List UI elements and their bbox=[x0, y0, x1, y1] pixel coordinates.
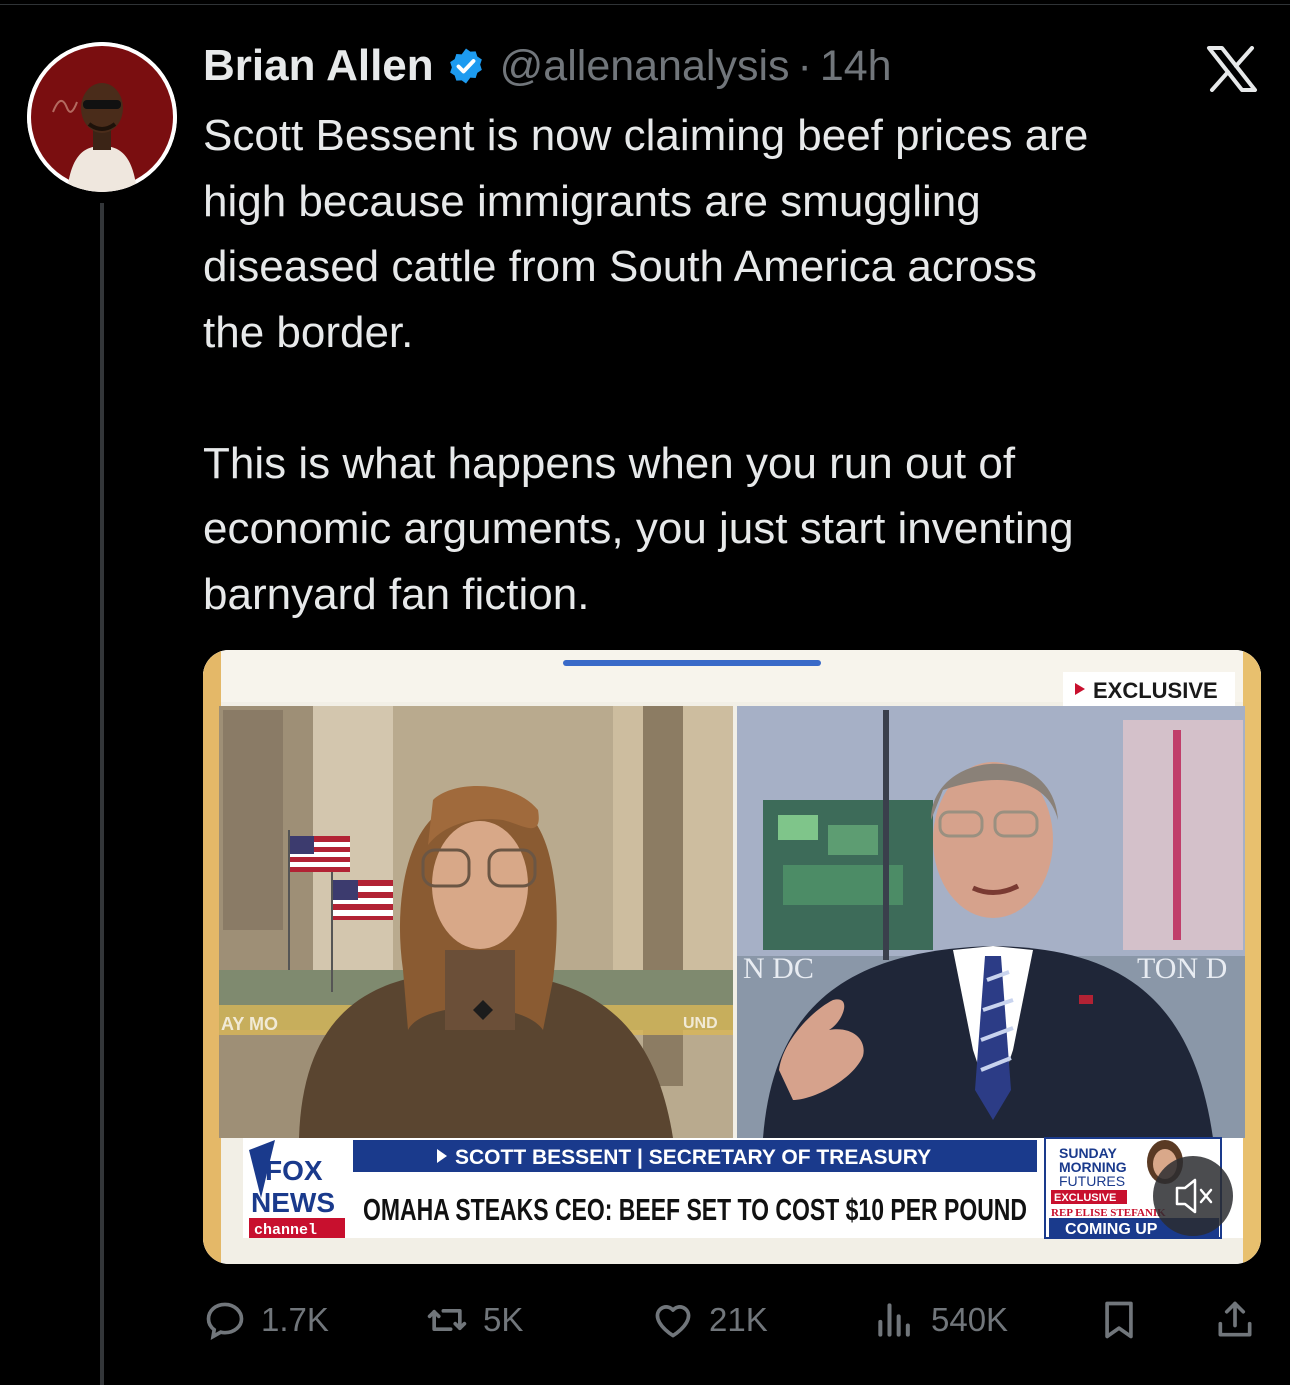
headline-text: OMAHA STEAKS CEO: BEEF SET TO COST $10 P… bbox=[363, 1192, 1027, 1227]
reply-icon bbox=[206, 1302, 244, 1340]
repost-count: 5K bbox=[483, 1301, 524, 1338]
lower-third-name: SCOTT BESSENT | SECRETARY OF TREASURY bbox=[455, 1146, 931, 1169]
tweet-video[interactable]: EXCLUSIVE AY MO UND N DC TON D FOX NEWS … bbox=[203, 650, 1261, 1264]
promo-coming-up: COMING UP bbox=[1065, 1221, 1158, 1238]
author-name[interactable]: Brian Allen bbox=[203, 41, 434, 91]
thread-line bbox=[100, 203, 104, 1385]
share-icon bbox=[1218, 1301, 1252, 1337]
like-button[interactable]: 21K bbox=[651, 1292, 768, 1348]
x-logo-icon bbox=[1207, 46, 1257, 92]
bookmark-button[interactable] bbox=[1097, 1292, 1141, 1348]
promo-guest: REP ELISE STEFANIK bbox=[1051, 1207, 1166, 1219]
left-wall-text-2: UND bbox=[683, 1015, 718, 1032]
tweet-text: Scott Bessent is now claiming beef price… bbox=[203, 111, 1089, 619]
exclusive-badge: EXCLUSIVE bbox=[1093, 678, 1218, 703]
tweet-actions: 1.7K 5K 21K 540K bbox=[203, 1292, 1263, 1348]
avatar[interactable] bbox=[27, 42, 177, 192]
avatar-image bbox=[27, 42, 177, 192]
mute-icon[interactable] bbox=[1153, 1156, 1233, 1236]
top-divider bbox=[0, 4, 1290, 5]
timestamp[interactable]: 14h bbox=[820, 42, 892, 91]
repost-button[interactable]: 5K bbox=[425, 1292, 523, 1348]
backdrop-text-left: N DC bbox=[743, 952, 814, 985]
separator-dot: · bbox=[797, 41, 812, 90]
reply-button[interactable]: 1.7K bbox=[203, 1292, 329, 1348]
verified-badge-icon bbox=[449, 48, 482, 84]
bookmark-icon bbox=[1105, 1301, 1133, 1339]
logo-channel-text: channel bbox=[254, 1222, 317, 1239]
share-button[interactable] bbox=[1213, 1292, 1257, 1348]
repost-icon bbox=[427, 1309, 467, 1331]
left-wall-text: AY MO bbox=[221, 1014, 278, 1034]
reply-count: 1.7K bbox=[261, 1301, 329, 1338]
like-count: 21K bbox=[709, 1301, 768, 1338]
video-frame: EXCLUSIVE AY MO UND N DC TON D FOX NEWS … bbox=[203, 650, 1261, 1264]
logo-news-text: NEWS bbox=[251, 1187, 335, 1218]
backdrop-text-right: TON D bbox=[1137, 952, 1227, 985]
views-count: 540K bbox=[931, 1301, 1009, 1338]
author-handle[interactable]: @allenanalysis bbox=[500, 42, 790, 91]
tweet-header: Brian Allen @allenanalysis · 14h bbox=[203, 38, 892, 94]
like-icon bbox=[655, 1305, 691, 1338]
views-icon bbox=[878, 1303, 910, 1337]
views-button[interactable]: 540K bbox=[873, 1292, 1008, 1348]
logo-fox-text: FOX bbox=[265, 1155, 323, 1186]
promo-line3: FUTURES bbox=[1059, 1173, 1125, 1189]
promo-exclusive: EXCLUSIVE bbox=[1054, 1192, 1116, 1204]
